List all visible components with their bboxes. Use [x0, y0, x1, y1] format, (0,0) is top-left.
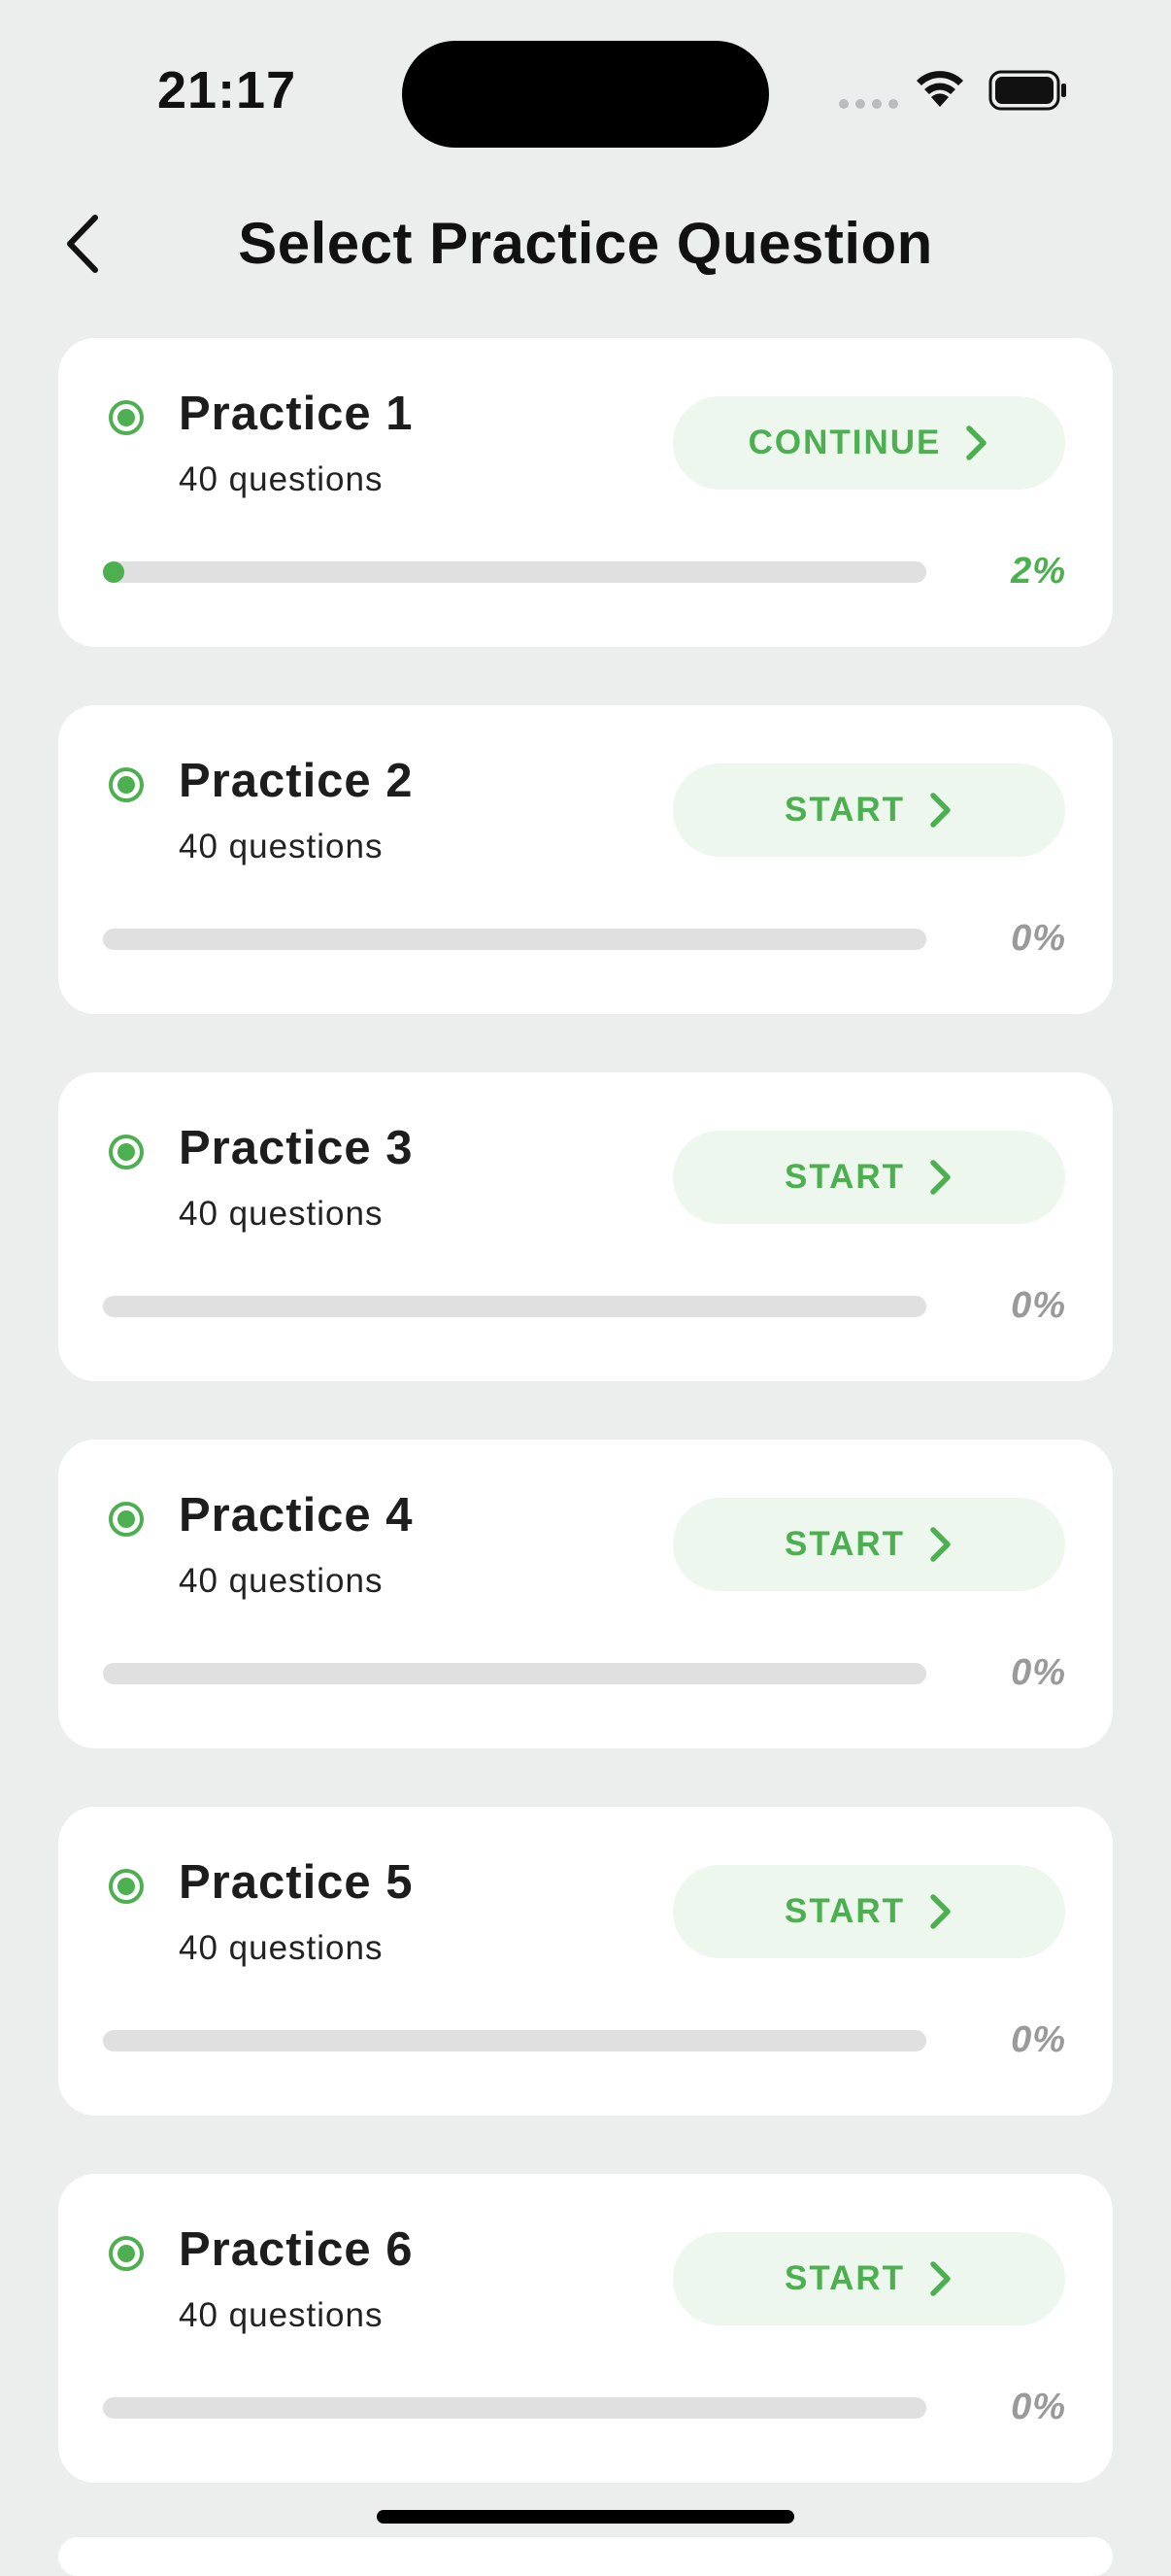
progress-bar	[103, 1296, 926, 1317]
progress-bar	[103, 561, 926, 583]
progress-percent: 0%	[1011, 1285, 1066, 1326]
dynamic-island	[402, 41, 769, 148]
progress-bar	[103, 1663, 926, 1684]
radio-selected-icon	[109, 1502, 144, 1537]
start-button[interactable]: START	[673, 1498, 1065, 1591]
progress-fill	[103, 561, 124, 583]
action-label: START	[784, 791, 906, 829]
practice-title: Practice 1	[179, 388, 414, 440]
action-label: START	[784, 1892, 906, 1930]
wifi-icon	[917, 71, 963, 107]
action-label: START	[784, 2259, 906, 2297]
radio-selected-icon	[109, 400, 144, 435]
question-count: 40 questions	[179, 1195, 384, 1233]
practice-title: Practice 4	[179, 1489, 414, 1542]
signal-icon	[839, 99, 898, 109]
chevron-right-icon	[930, 1160, 951, 1195]
progress-percent: 0%	[1011, 918, 1066, 959]
progress-percent: 0%	[1011, 2387, 1066, 2427]
battery-icon	[988, 70, 1066, 111]
progress-bar	[103, 2397, 926, 2419]
practice-card-partial[interactable]	[58, 2537, 1113, 2576]
progress-percent: 2%	[1011, 551, 1066, 592]
practice-title: Practice 3	[179, 1122, 414, 1174]
chevron-right-icon	[930, 1894, 951, 1929]
practice-title: Practice 2	[179, 755, 414, 807]
continue-button[interactable]: CONTINUE	[673, 396, 1065, 490]
start-button[interactable]: START	[673, 1865, 1065, 1958]
action-label: START	[784, 1525, 906, 1563]
practice-card[interactable]: Practice 2 40 questions START 0%	[58, 705, 1113, 1014]
radio-selected-icon	[109, 1135, 144, 1169]
question-count: 40 questions	[179, 2296, 384, 2334]
chevron-right-icon	[930, 1527, 951, 1562]
chevron-right-icon	[966, 425, 987, 460]
radio-selected-icon	[109, 767, 144, 802]
action-label: CONTINUE	[748, 424, 942, 461]
start-button[interactable]: START	[673, 2232, 1065, 2325]
practice-title: Practice 5	[179, 1856, 414, 1909]
practice-card[interactable]: Practice 3 40 questions START 0%	[58, 1072, 1113, 1381]
start-button[interactable]: START	[673, 763, 1065, 857]
practice-title: Practice 6	[179, 2223, 414, 2276]
practice-card[interactable]: Practice 5 40 questions START 0%	[58, 1807, 1113, 2116]
action-label: START	[784, 1158, 906, 1196]
practice-card[interactable]: Practice 1 40 questions CONTINUE 2%	[58, 338, 1113, 647]
progress-percent: 0%	[1011, 2019, 1066, 2060]
question-count: 40 questions	[179, 460, 384, 498]
progress-percent: 0%	[1011, 1652, 1066, 1693]
status-time: 21:17	[157, 61, 297, 119]
question-count: 40 questions	[179, 828, 384, 865]
question-count: 40 questions	[179, 1562, 384, 1600]
start-button[interactable]: START	[673, 1131, 1065, 1224]
practice-card[interactable]: Practice 6 40 questions START 0%	[58, 2174, 1113, 2483]
progress-bar	[103, 2030, 926, 2051]
progress-bar	[103, 929, 926, 950]
radio-selected-icon	[109, 2236, 144, 2271]
radio-selected-icon	[109, 1869, 144, 1904]
home-indicator[interactable]	[377, 2510, 794, 2524]
page-title: Select Practice Question	[238, 211, 933, 276]
chevron-right-icon	[930, 793, 951, 828]
header: Select Practice Question	[0, 194, 1171, 296]
status-bar: 21:17	[0, 0, 1171, 185]
question-count: 40 questions	[179, 1929, 384, 1967]
chevron-right-icon	[930, 2261, 951, 2296]
practice-card[interactable]: Practice 4 40 questions START 0%	[58, 1440, 1113, 1748]
